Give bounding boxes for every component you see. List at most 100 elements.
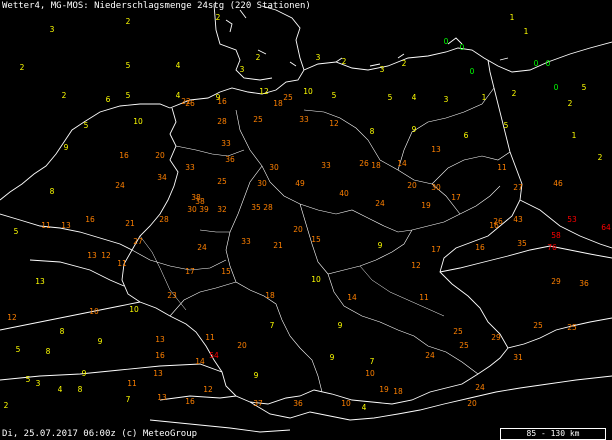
- station-value: 3: [316, 53, 321, 62]
- station-value: 2: [126, 17, 131, 26]
- station-value: 10: [365, 369, 375, 378]
- station-value: 58: [551, 231, 561, 240]
- station-value: 13: [87, 251, 97, 260]
- station-value: 20: [467, 399, 477, 408]
- station-value: 16: [155, 351, 165, 360]
- station-value: 25: [459, 341, 469, 350]
- station-value: 11: [205, 333, 215, 342]
- station-value: 1: [572, 131, 577, 140]
- station-value: 36: [293, 399, 303, 408]
- station-value: 40: [339, 189, 349, 198]
- station-value: 26: [493, 217, 503, 226]
- station-value: 11: [419, 293, 429, 302]
- station-value: 2: [568, 99, 573, 108]
- station-value: 2: [20, 63, 25, 72]
- station-value: 0: [470, 67, 475, 76]
- weather-map: 2 2 110032 5 42 3 23 3200 002 5 46 912 10 5 5 4 3 1 225222…: [0, 3, 612, 433]
- station-value: 11: [497, 163, 507, 172]
- station-value: 10: [341, 399, 351, 408]
- station-value: 14: [347, 293, 357, 302]
- station-value: 28: [159, 215, 169, 224]
- station-value: 28: [217, 117, 227, 126]
- station-value: 7: [370, 357, 375, 366]
- map-title: Wetter4, MG-MOS: Niederschlagsmenge 24st…: [2, 1, 311, 11]
- station-value: 18: [265, 291, 275, 300]
- station-value: 12: [329, 119, 339, 128]
- station-value: 20: [237, 341, 247, 350]
- station-value: 30: [187, 205, 197, 214]
- station-value: 33: [221, 139, 231, 148]
- station-value: 15: [221, 267, 231, 276]
- station-value: 10: [129, 305, 139, 314]
- france-border: [0, 301, 223, 381]
- station-value: 54: [209, 351, 219, 360]
- station-value: 5: [388, 93, 393, 102]
- station-value: 46: [553, 179, 563, 188]
- station-value: 25: [567, 323, 577, 332]
- station-value: 3: [240, 65, 245, 74]
- map-footer: Di, 25.07.2017 06:00z (c) MeteoGroup: [2, 429, 198, 439]
- station-value: 1: [482, 93, 487, 102]
- station-value: 11: [41, 221, 51, 230]
- station-value: 21: [125, 219, 135, 228]
- station-value: 4: [58, 385, 63, 394]
- germany-south-border: [249, 347, 509, 405]
- station-value: 5: [126, 61, 131, 70]
- station-value: 13: [155, 335, 165, 344]
- station-value: 5: [582, 83, 587, 92]
- station-value: 10: [311, 275, 321, 284]
- station-value: 15: [311, 235, 321, 244]
- station-value: 0: [444, 37, 449, 46]
- station-value: 12: [101, 251, 111, 260]
- station-value: 26: [185, 99, 195, 108]
- station-value: 26: [359, 159, 369, 168]
- station-value: 36: [225, 155, 235, 164]
- station-value: 10: [303, 87, 313, 96]
- station-value: 39: [199, 205, 209, 214]
- station-value: 24: [425, 351, 435, 360]
- station-value: 2: [342, 57, 347, 66]
- station-value: 3: [50, 25, 55, 34]
- station-value: 18: [393, 387, 403, 396]
- station-value: 16: [475, 243, 485, 252]
- station-value: 12: [203, 385, 213, 394]
- station-value: 13: [35, 277, 45, 286]
- station-value: 5: [126, 91, 131, 100]
- station-value: 5: [26, 375, 31, 384]
- station-value: 5: [14, 227, 19, 236]
- station-value: 5: [332, 91, 337, 100]
- station-value: 12: [7, 313, 17, 322]
- station-value: 35: [251, 203, 261, 212]
- station-value: 64: [601, 223, 611, 232]
- station-value: 8: [50, 187, 55, 196]
- station-value: 1: [510, 13, 515, 22]
- station-value: 4: [176, 61, 181, 70]
- station-value: 0: [460, 43, 465, 52]
- station-value: 11: [117, 259, 127, 268]
- station-value: 76: [547, 243, 557, 252]
- station-value: 25: [453, 327, 463, 336]
- station-value: 21: [273, 241, 283, 250]
- station-value: 2: [402, 59, 407, 68]
- station-value: 20: [155, 151, 165, 160]
- station-value: 2: [216, 13, 221, 22]
- station-value: 12: [259, 87, 269, 96]
- scale-label: 85 - 130 km: [526, 429, 580, 438]
- station-value: 30: [257, 179, 267, 188]
- station-value: 13: [157, 393, 167, 402]
- station-value: 0: [546, 59, 551, 68]
- station-value: 0: [534, 59, 539, 68]
- station-value: 29: [551, 277, 561, 286]
- station-value: 4: [362, 403, 367, 412]
- station-value: 14: [195, 357, 205, 366]
- swiss-border: [149, 395, 291, 433]
- station-value: 7: [126, 395, 131, 404]
- station-value: 19: [421, 201, 431, 210]
- station-value: 24: [475, 383, 485, 392]
- station-value: 3: [36, 379, 41, 388]
- station-value: 24: [197, 243, 207, 252]
- station-value: 8: [78, 385, 83, 394]
- station-value: 6: [106, 95, 111, 104]
- islands: [225, 9, 509, 67]
- station-value: 49: [295, 179, 305, 188]
